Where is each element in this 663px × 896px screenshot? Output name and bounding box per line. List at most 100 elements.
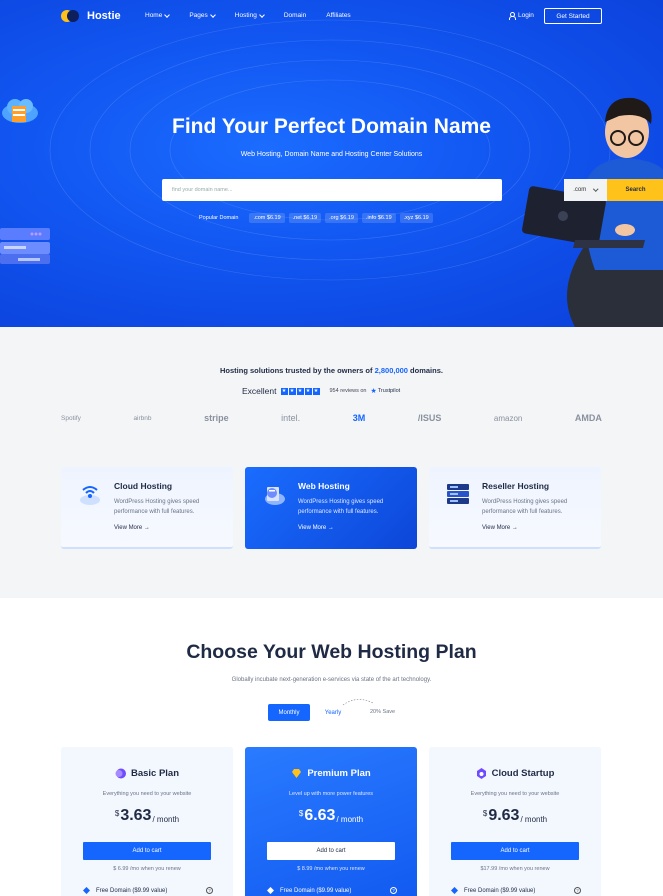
nav-item-domain[interactable]: Domain bbox=[284, 12, 306, 19]
plan-header: Premium Plan bbox=[245, 768, 417, 779]
service-card-cloud-hosting[interactable]: Cloud Hosting WordPress Hosting gives sp… bbox=[61, 467, 233, 549]
server-stack-icon bbox=[447, 484, 469, 504]
service-card-web-hosting[interactable]: Web Hosting WordPress Hosting gives spee… bbox=[245, 467, 417, 549]
add-to-cart-button[interactable]: Add to cart bbox=[83, 842, 211, 860]
rating-label: Excellent bbox=[242, 386, 277, 396]
plan-header: Basic Plan bbox=[61, 768, 233, 779]
domain-price-pill[interactable]: .xyz $6.19 bbox=[399, 213, 433, 223]
star-icon: ★ bbox=[312, 387, 320, 395]
price-currency: $ bbox=[298, 809, 304, 818]
domain-price-pill[interactable]: .net $6.19 bbox=[288, 213, 322, 223]
brand-logo-intel: intel. bbox=[281, 413, 301, 423]
service-description: WordPress Hosting gives speed performanc… bbox=[114, 499, 200, 515]
renewal-price: $ 6.99 /mo when you renew bbox=[113, 866, 181, 872]
chevron-down-icon bbox=[209, 11, 216, 18]
renewal-price: $ 8.99 /mo when you renew bbox=[297, 866, 365, 872]
nav-item-label: Affiliates bbox=[326, 12, 351, 19]
price-period: / month bbox=[336, 815, 364, 824]
plan-description: Everything you need to your website bbox=[102, 791, 192, 797]
brand-logo-asus: /ISUS bbox=[417, 413, 442, 423]
diamond-icon bbox=[292, 769, 302, 778]
hero-section: Hostie Home Pages Hosting Domain Affilia… bbox=[0, 0, 663, 327]
billing-toggle-monthly[interactable]: Monthly bbox=[268, 704, 310, 721]
get-started-button[interactable]: Get Started bbox=[544, 8, 602, 24]
price-amount: 6.63 bbox=[304, 807, 336, 824]
login-label: Login bbox=[518, 12, 534, 19]
help-icon[interactable]: ? bbox=[574, 887, 581, 894]
curved-arrow-icon bbox=[342, 699, 374, 706]
nav-item-home[interactable]: Home bbox=[145, 11, 171, 19]
trustpilot-logo[interactable]: ★ Trustpilot bbox=[371, 387, 401, 395]
plan-name: Basic Plan bbox=[130, 768, 180, 779]
nav-item-label: Domain bbox=[283, 12, 307, 19]
plan-price: $ 6.63 / month bbox=[245, 807, 417, 825]
star-icon: ★ bbox=[304, 387, 312, 395]
service-card-reseller-hosting[interactable]: Reseller Hosting WordPress Hosting gives… bbox=[429, 467, 601, 549]
popular-domains-label: Popular Domain bbox=[199, 215, 239, 221]
nav-item-affiliates[interactable]: Affiliates bbox=[326, 12, 350, 19]
price-amount: 3.63 bbox=[120, 807, 152, 824]
brand-logo-spotify: Spotify bbox=[61, 414, 81, 422]
domain-price-pill[interactable]: .org $6.19 bbox=[325, 213, 358, 223]
pricing-subtitle: Globally incubate next-generation e-serv… bbox=[231, 677, 432, 683]
service-description: WordPress Hosting gives speed performanc… bbox=[482, 499, 568, 515]
star-icon: ★ bbox=[280, 387, 288, 395]
review-count: 954 reviews on bbox=[329, 388, 367, 394]
view-more-link[interactable]: View More → bbox=[482, 525, 518, 531]
feature-label: Free Domain ($9.99 value) bbox=[464, 887, 536, 894]
user-icon bbox=[508, 12, 516, 20]
client-logos: Spotify airbnb stripe intel. 3M /ISUS am… bbox=[61, 413, 602, 423]
nav-item-hosting[interactable]: Hosting bbox=[235, 11, 265, 19]
cloud-startup-icon bbox=[476, 768, 486, 779]
service-title: Web Hosting bbox=[298, 481, 350, 491]
plan-price: $ 3.63 / month bbox=[61, 807, 233, 825]
rating-stars: ★ ★ ★ ★ ★ bbox=[280, 387, 320, 395]
domain-icon bbox=[451, 887, 458, 894]
brand-logo-stripe: stripe bbox=[204, 413, 229, 423]
web-hosting-icon bbox=[265, 487, 285, 505]
service-description: WordPress Hosting gives speed performanc… bbox=[298, 499, 384, 515]
domain-search-bar: .com Search bbox=[162, 179, 663, 201]
plan-feature: Free Domain ($9.99 value) ? bbox=[267, 887, 397, 894]
chevron-down-icon bbox=[164, 11, 171, 18]
nav-item-label: Pages bbox=[189, 12, 208, 19]
plan-price: $ 9.63 / month bbox=[429, 807, 601, 825]
nav-menu: Home Pages Hosting Domain Affiliates bbox=[145, 11, 371, 19]
domain-price-pill[interactable]: .com $6.19 bbox=[249, 213, 285, 223]
plan-card-cloud-startup: Cloud Startup Everything you need to you… bbox=[429, 747, 601, 896]
save-badge: 20% Save bbox=[370, 709, 396, 715]
help-icon[interactable]: ? bbox=[206, 887, 213, 894]
price-period: / month bbox=[152, 815, 180, 824]
login-link[interactable]: Login bbox=[508, 12, 534, 20]
nav-item-pages[interactable]: Pages bbox=[189, 11, 216, 19]
plan-description: Level up with more power features bbox=[288, 791, 374, 797]
popular-domains: Popular Domain .com $6.19 .net $6.19 .or… bbox=[199, 213, 437, 223]
brand-logo-3m: 3M bbox=[352, 413, 366, 423]
service-title: Reseller Hosting bbox=[482, 481, 550, 491]
search-button[interactable]: Search bbox=[607, 179, 663, 201]
plan-name: Premium Plan bbox=[307, 768, 371, 779]
plan-feature: Free Domain ($9.99 value) ? bbox=[83, 887, 213, 894]
tld-selected-value: .com bbox=[573, 187, 587, 193]
price-currency: $ bbox=[482, 809, 488, 818]
add-to-cart-button[interactable]: Add to cart bbox=[451, 842, 579, 860]
pricing-title: Choose Your Web Hosting Plan bbox=[186, 641, 477, 663]
plan-card-basic: Basic Plan Everything you need to your w… bbox=[61, 747, 233, 896]
trust-headline: Hosting solutions trusted by the owners … bbox=[220, 366, 443, 375]
view-more-link[interactable]: View More → bbox=[114, 525, 150, 531]
price-amount: 9.63 bbox=[488, 807, 520, 824]
plan-description: Everything you need to your website bbox=[470, 791, 560, 797]
domain-icon bbox=[267, 887, 274, 894]
brand-logo-amd: AMDA bbox=[574, 413, 602, 423]
brand-logo[interactable]: Hostie bbox=[61, 9, 121, 23]
basic-plan-icon bbox=[115, 768, 126, 779]
domain-search-input[interactable] bbox=[162, 179, 402, 201]
price-period: / month bbox=[520, 815, 548, 824]
plan-card-premium: Premium Plan Level up with more power fe… bbox=[245, 747, 417, 896]
add-to-cart-button[interactable]: Add to cart bbox=[267, 842, 395, 860]
help-icon[interactable]: ? bbox=[390, 887, 397, 894]
chevron-down-icon bbox=[593, 186, 599, 192]
domain-price-pill[interactable]: .info $6.19 bbox=[361, 213, 396, 223]
tld-dropdown[interactable]: .com bbox=[564, 179, 607, 201]
view-more-link[interactable]: View More → bbox=[298, 525, 334, 531]
